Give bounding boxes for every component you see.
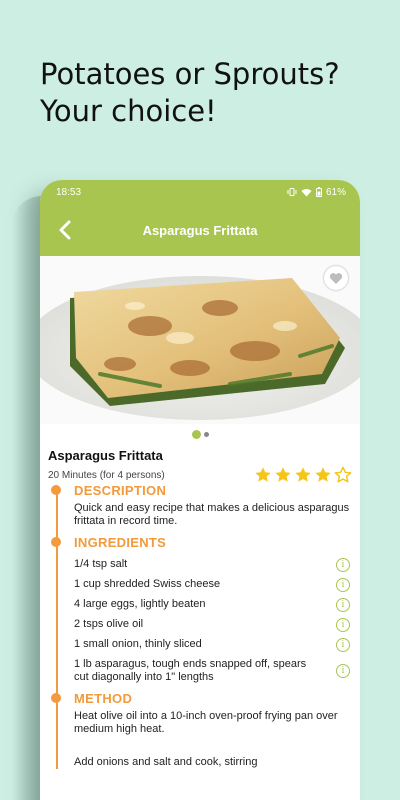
info-icon[interactable]: i [336, 558, 350, 572]
battery-icon [315, 187, 322, 197]
status-icons: 61% [287, 187, 346, 198]
timeline-dot [51, 537, 61, 547]
promo-headline: Potatoes or Sprouts? Your choice! [40, 56, 380, 130]
status-bar: 18:53 61% [40, 180, 360, 204]
description-heading: DESCRIPTION [74, 483, 167, 498]
recipe-duration-servings: 20 Minutes (for 4 persons) [48, 469, 165, 481]
ingredient-text: 1 lb asparagus, tough ends snapped off, … [74, 658, 307, 683]
info-icon[interactable]: i [336, 664, 350, 678]
recipe-timeline: DESCRIPTION Quick and easy recipe that m… [40, 482, 360, 769]
promo-headline-line1: Potatoes or Sprouts? [40, 57, 340, 91]
info-icon[interactable]: i [336, 598, 350, 612]
ingredient-text: 1/4 tsp salt [74, 558, 128, 570]
ingredient-text: 1 cup shredded Swiss cheese [74, 578, 221, 590]
carousel-indicator [40, 426, 360, 442]
promo-headline-line2: Your choice! [40, 94, 217, 128]
method-heading: METHOD [74, 691, 133, 706]
ingredient-item: 4 large eggs, lightly beaten i [74, 592, 352, 612]
timeline-dot [51, 693, 61, 703]
ingredient-item: 2 tsps olive oil i [74, 612, 352, 632]
timeline-dot [51, 485, 61, 495]
ingredients-heading: INGREDIENTS [74, 535, 167, 550]
ingredient-item: 1 cup shredded Swiss cheese i [74, 572, 352, 592]
carousel-dot[interactable] [203, 431, 209, 437]
vibrate-icon [287, 188, 297, 196]
battery-level: 61% [325, 186, 346, 198]
phone-shadow [12, 196, 42, 800]
method-step: Add onions and salt and cook, stirring [74, 756, 258, 768]
app-bar: Asparagus Frittata [40, 204, 360, 256]
ingredient-item: 1/4 tsp salt i [74, 552, 352, 572]
favorite-button[interactable] [324, 266, 348, 290]
wifi-icon [301, 188, 312, 196]
method-section: METHOD Heat olive oil into a 10-inch ove… [51, 690, 352, 769]
description-section: DESCRIPTION Quick and easy recipe that m… [51, 482, 352, 528]
info-icon[interactable]: i [336, 578, 350, 592]
recipe-image-carousel[interactable] [40, 256, 360, 424]
app-bar-title: Asparagus Frittata [142, 222, 258, 238]
status-time: 18:53 [56, 186, 82, 198]
ingredients-section: INGREDIENTS 1/4 tsp salt i 1 cup shredde… [51, 534, 352, 684]
carousel-dot-active[interactable] [191, 429, 201, 439]
method-step: Heat olive oil into a 10-inch oven-proof… [74, 710, 338, 735]
ingredient-text: 1 small onion, thinly sliced [74, 638, 202, 650]
info-icon[interactable]: i [336, 618, 350, 632]
phone-frame: 18:53 61% Asparagus Frittata Asparagus F… [40, 180, 360, 800]
ingredient-item: 1 small onion, thinly sliced i [74, 632, 352, 652]
frittata-photo [40, 256, 360, 424]
ingredient-text: 2 tsps olive oil [74, 618, 144, 630]
timeline-line [56, 488, 58, 769]
description-text: Quick and easy recipe that makes a delic… [74, 502, 350, 527]
chevron-left-icon [59, 220, 71, 240]
ingredient-text: 4 large eggs, lightly beaten [74, 598, 206, 610]
info-icon[interactable]: i [336, 638, 350, 652]
recipe-title: Asparagus Frittata [48, 448, 163, 463]
back-button[interactable] [54, 218, 76, 242]
ingredient-item: 1 lb asparagus, tough ends snapped off, … [74, 652, 352, 684]
heart-icon [329, 272, 343, 284]
